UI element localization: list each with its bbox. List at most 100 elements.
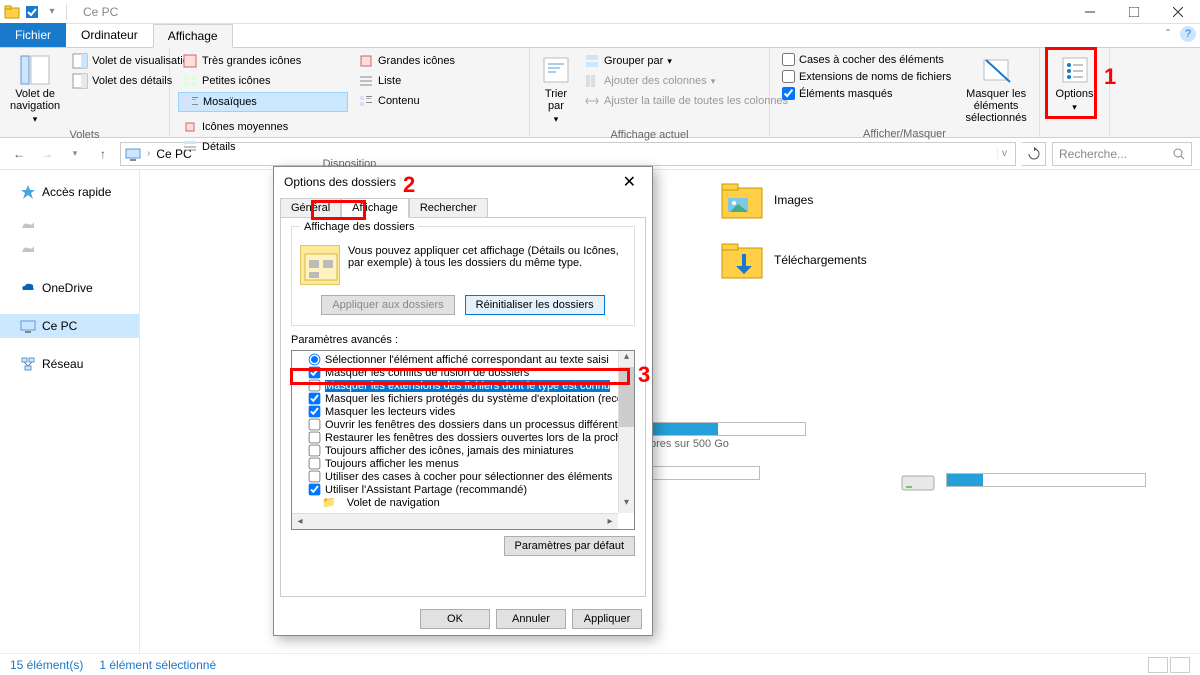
list-hscrollbar[interactable]: ◂ ▸ — [292, 513, 618, 529]
nav-pane-label: Volet de navigation — [10, 88, 60, 112]
adv-restore-windows[interactable]: Restaurer les fenêtres des dossiers ouve… — [306, 431, 634, 444]
folder-options-dialog: Options des dossiers ✕ Général Affichage… — [273, 166, 653, 636]
folder-downloads[interactable]: Téléchargements — [720, 240, 980, 280]
adv-hide-empty-drives[interactable]: Masquer les lecteurs vides — [306, 405, 634, 418]
advanced-settings-list[interactable]: Sélectionner l'élément affiché correspon… — [291, 350, 635, 530]
adv-radio-select-typed[interactable]: Sélectionner l'élément affiché correspon… — [306, 353, 634, 366]
nav-forward-button[interactable]: → — [36, 143, 58, 165]
dialog-tab-display[interactable]: Affichage — [341, 198, 409, 218]
add-columns-button[interactable]: Ajouter des colonnes ▾ — [580, 72, 792, 90]
nav-sidebar: Accès rapide OneDrive Ce PC Réseau — [0, 170, 140, 653]
tab-computer[interactable]: Ordinateur — [66, 23, 153, 47]
address-dropdown-icon[interactable]: v — [997, 148, 1011, 159]
sidebar-item[interactable] — [0, 214, 139, 238]
adv-hide-merge-conflicts[interactable]: Masquer les conflits de fusion de dossie… — [306, 366, 634, 379]
nav-back-button[interactable]: ← — [8, 143, 30, 165]
folder-view-text: Vous pouvez appliquer cet affichage (Dét… — [348, 245, 626, 269]
status-item-count: 15 élément(s) — [10, 658, 83, 672]
nav-recent-dropdown[interactable]: ▾ — [64, 143, 86, 165]
folder-view-icon — [300, 245, 340, 285]
chk-file-extensions[interactable]: Extensions de noms de fichiers — [778, 69, 955, 84]
qat-save-icon[interactable] — [24, 4, 40, 20]
apply-button[interactable]: Appliquer — [572, 609, 642, 629]
window-title: Ce PC — [83, 5, 118, 19]
ok-button[interactable]: OK — [420, 609, 490, 629]
list-vscrollbar[interactable]: ▴ ▾ — [618, 351, 634, 513]
layout-medium[interactable]: Icônes moyennes — [178, 118, 258, 136]
sort-button[interactable]: Trier par▾ — [538, 52, 574, 127]
adv-open-separate-process[interactable]: Ouvrir les fenêtres des dossiers dans un… — [306, 418, 634, 431]
minimize-button[interactable] — [1068, 0, 1112, 24]
layout-content[interactable]: Contenu — [354, 92, 454, 110]
view-large-icon[interactable] — [1170, 657, 1190, 673]
tab-display[interactable]: Affichage — [153, 24, 233, 48]
status-bar: 15 élément(s) 1 élément sélectionné — [0, 653, 1200, 675]
adv-nav-pane-node[interactable]: 📁 Volet de navigation — [306, 496, 634, 509]
explorer-icon — [4, 4, 20, 20]
folder-view-groupbox: Affichage des dossiers Vous pouvez appli… — [291, 226, 635, 326]
groupbox-title: Affichage des dossiers — [300, 221, 418, 233]
sidebar-onedrive[interactable]: OneDrive — [0, 276, 139, 300]
fit-columns-button[interactable]: Ajuster la taille de toutes les colonnes — [580, 92, 792, 110]
adv-use-checkboxes[interactable]: Utiliser des cases à cocher pour sélecti… — [306, 470, 634, 483]
drive-item[interactable] — [900, 464, 1180, 496]
adv-hide-known-extensions[interactable]: Masquer les extensions des fichiers dont… — [306, 379, 634, 392]
layout-list[interactable]: Liste — [354, 72, 454, 90]
close-button[interactable] — [1156, 0, 1200, 24]
sidebar-quick-access[interactable]: Accès rapide — [0, 180, 139, 204]
advanced-params-label: Paramètres avancés : — [291, 334, 635, 346]
sidebar-this-pc[interactable]: Ce PC — [0, 314, 139, 338]
sidebar-item[interactable] — [0, 238, 139, 262]
reset-folders-button[interactable]: Réinitialiser les dossiers — [465, 295, 605, 315]
adv-sharing-wizard[interactable]: Utiliser l'Assistant Partage (recommandé… — [306, 483, 634, 496]
folder-label: Images — [774, 193, 813, 207]
ribbon-collapse-icon[interactable]: ˆ — [1166, 27, 1170, 41]
restore-defaults-button[interactable]: Paramètres par défaut — [504, 536, 635, 556]
ribbon: Volet de navigation ▾ Volet de visualisa… — [0, 48, 1200, 138]
chk-hidden-items[interactable]: Éléments masqués — [778, 86, 955, 101]
dialog-title: Options des dossiers — [284, 175, 396, 189]
layout-details[interactable]: Détails — [178, 138, 258, 156]
search-placeholder: Recherche... — [1059, 147, 1127, 161]
layout-large[interactable]: Grandes icônes — [354, 52, 454, 70]
tab-file[interactable]: Fichier — [0, 23, 66, 47]
sidebar-network[interactable]: Réseau — [0, 352, 139, 376]
adv-always-icons[interactable]: Toujours afficher des icônes, jamais des… — [306, 444, 634, 457]
layout-small[interactable]: Petites icônes — [178, 72, 348, 90]
group-by-button[interactable]: Grouper par ▾ — [580, 52, 792, 70]
chevron-right-icon: › — [147, 148, 150, 159]
nav-up-button[interactable]: ↑ — [92, 143, 114, 165]
adv-hide-protected-os-files[interactable]: Masquer les fichiers protégés du système… — [306, 392, 634, 405]
showhide-group-label: Afficher/Masquer — [778, 126, 1031, 140]
dialog-close-button[interactable]: ✕ — [617, 170, 642, 194]
ribbon-tabs: Fichier Ordinateur Affichage ˆ ? — [0, 24, 1200, 48]
folder-images[interactable]: Images — [720, 180, 980, 220]
maximize-button[interactable] — [1112, 0, 1156, 24]
layout-xlarge[interactable]: Très grandes icônes — [178, 52, 348, 70]
adv-always-menus[interactable]: Toujours afficher les menus — [306, 457, 634, 470]
options-button[interactable]: Options▾ — [1048, 52, 1101, 115]
separator — [66, 4, 67, 20]
current-view-group-label: Affichage actuel — [538, 127, 761, 141]
chk-item-checkboxes[interactable]: Cases à cocher des éléments — [778, 52, 955, 67]
refresh-button[interactable] — [1022, 142, 1046, 166]
drive-usage-bar — [946, 473, 1146, 487]
dialog-tab-search[interactable]: Rechercher — [409, 198, 488, 218]
layout-tiles[interactable]: Mosaïques — [178, 92, 348, 112]
hide-selected-button[interactable]: Masquer les éléments sélectionnés — [961, 52, 1031, 126]
folder-label: Téléchargements — [774, 253, 867, 267]
nav-pane-button[interactable]: Volet de navigation ▾ — [8, 52, 62, 127]
pc-icon — [125, 146, 141, 162]
qat-dropdown-icon[interactable]: ▾ — [44, 4, 60, 20]
help-icon[interactable]: ? — [1180, 26, 1196, 42]
view-details-icon[interactable] — [1148, 657, 1168, 673]
search-icon — [1173, 148, 1185, 160]
search-box[interactable]: Recherche... — [1052, 142, 1192, 166]
dialog-tab-general[interactable]: Général — [280, 198, 341, 218]
folder-tree-icon: 📁 — [322, 496, 336, 509]
apply-to-folders-button[interactable]: Appliquer aux dossiers — [321, 295, 454, 315]
panes-group-label: Volets — [8, 127, 161, 141]
cancel-button[interactable]: Annuler — [496, 609, 566, 629]
window-titlebar: ▾ Ce PC — [0, 0, 1200, 24]
status-selected: 1 élément sélectionné — [99, 658, 216, 672]
